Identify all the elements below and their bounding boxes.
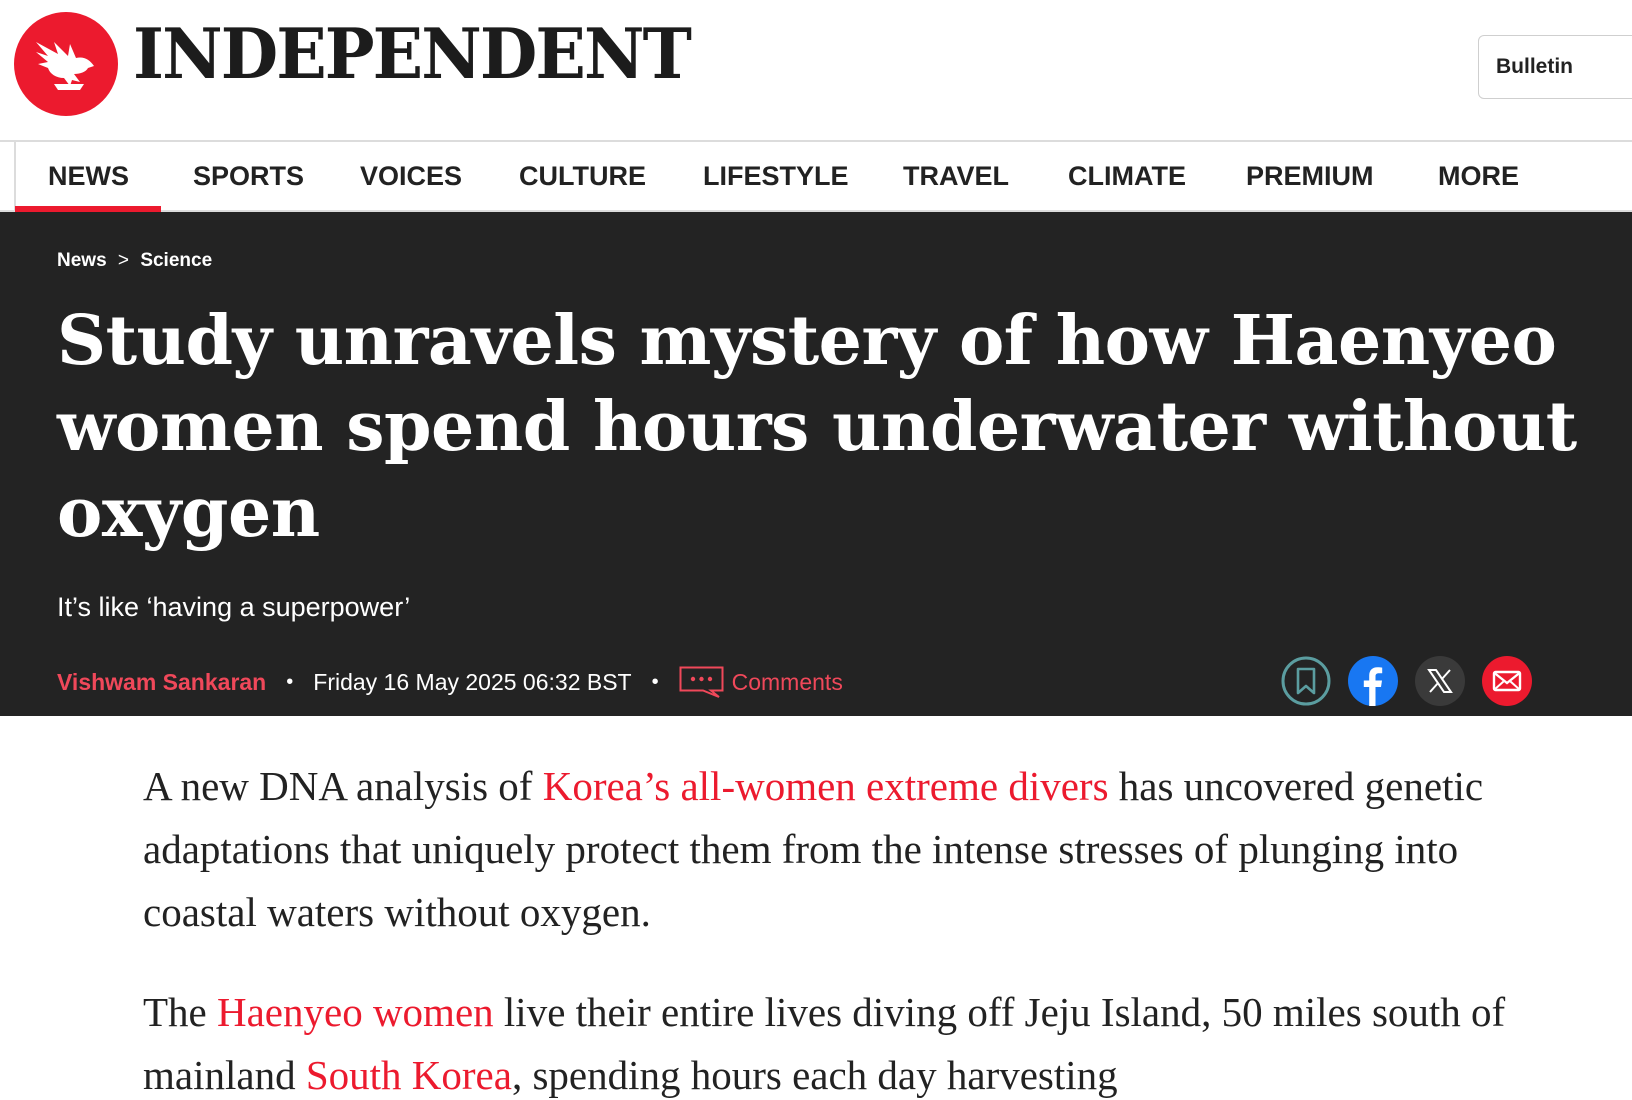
facebook-icon — [1348, 656, 1398, 706]
comments-label: Comments — [731, 668, 843, 695]
nav-divider — [14, 142, 16, 210]
nav-item-climate[interactable]: CLIMATE — [1068, 142, 1186, 210]
breadcrumb-news[interactable]: News — [57, 250, 107, 272]
byline-separator: • — [286, 670, 294, 693]
nav-item-news[interactable]: NEWS — [15, 142, 161, 212]
nav-item-culture[interactable]: CULTURE — [519, 142, 646, 210]
breadcrumb-science[interactable]: Science — [140, 250, 212, 272]
brand-wordmark[interactable]: INDEPENDENT — [133, 20, 692, 89]
bookmark-button[interactable] — [1281, 656, 1331, 706]
bulletin-button[interactable]: Bulletin — [1478, 35, 1632, 99]
email-icon — [1482, 656, 1532, 706]
divers-link[interactable]: Korea’s all-women extreme divers — [543, 763, 1109, 809]
email-share-button[interactable] — [1482, 656, 1532, 706]
south-korea-link[interactable]: South Korea — [306, 1052, 512, 1098]
byline: Vishwam Sankaran • Friday 16 May 2025 06… — [57, 662, 843, 702]
text-run: A new DNA analysis of — [143, 763, 543, 809]
eagle-icon[interactable] — [14, 12, 118, 116]
nav-item-voices[interactable]: VOICES — [360, 142, 462, 210]
paragraph: A new DNA analysis of Korea’s all-women … — [143, 755, 1523, 944]
nav-item-lifestyle[interactable]: LIFESTYLE — [703, 142, 849, 210]
x-icon — [1415, 656, 1465, 706]
nav-item-premium[interactable]: PREMIUM — [1246, 142, 1374, 210]
text-run: The — [143, 989, 217, 1035]
breadcrumb-separator: > — [117, 250, 130, 271]
nav-item-travel[interactable]: TRAVEL — [903, 142, 1009, 210]
comments-link[interactable]: Comments — [679, 666, 843, 698]
x-share-button[interactable] — [1415, 656, 1465, 706]
masthead: INDEPENDENT Bulletin — [0, 0, 1632, 140]
publish-date: Friday 16 May 2025 06:32 BST — [313, 668, 632, 695]
haenyeo-link[interactable]: Haenyeo women — [217, 989, 494, 1035]
article-header: News > Science Study unravels mystery of… — [0, 212, 1632, 716]
article-headline: Study unravels mystery of how Haenyeo wo… — [57, 301, 1577, 553]
author-link[interactable]: Vishwam Sankaran — [57, 669, 266, 696]
text-run: , spending hours each day harvesting — [511, 1052, 1118, 1098]
main-nav: NEWS SPORTS VOICES CULTURE LIFESTYLE TRA… — [0, 140, 1632, 212]
paragraph: The Haenyeo women live their entire live… — [143, 981, 1523, 1100]
byline-separator: • — [651, 670, 659, 693]
breadcrumb: News > Science — [57, 250, 212, 272]
nav-item-more[interactable]: MORE — [1438, 142, 1519, 210]
nav-item-sports[interactable]: SPORTS — [193, 142, 304, 210]
comments-icon — [679, 666, 724, 698]
facebook-share-button[interactable] — [1348, 656, 1398, 706]
article-standfirst: It’s like ‘having a superpower’ — [57, 592, 411, 622]
bookmark-icon — [1281, 656, 1331, 706]
article-body: A new DNA analysis of Korea’s all-women … — [143, 755, 1523, 1100]
